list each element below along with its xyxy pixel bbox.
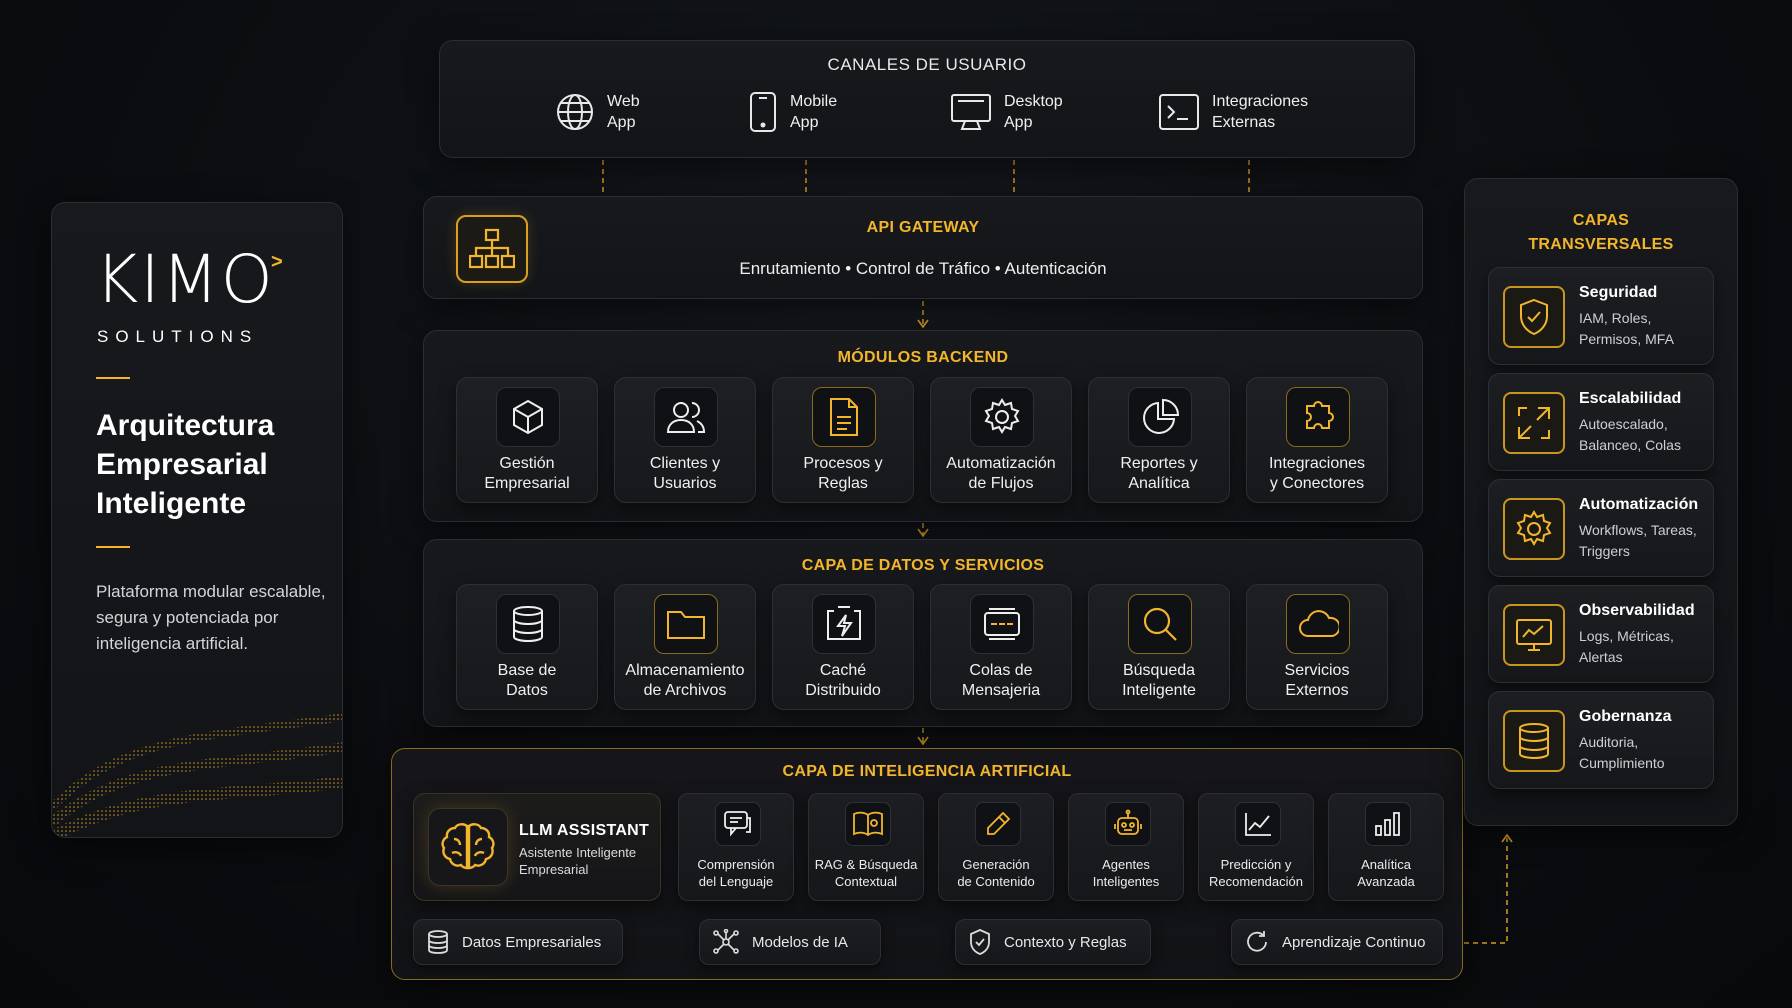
channel-desktop-app[interactable]: Desktop App bbox=[950, 91, 1124, 133]
queue-icon bbox=[970, 594, 1034, 654]
pencil-icon bbox=[975, 802, 1021, 846]
ai-analitica-avanzada[interactable]: Analítica Avanzada bbox=[1328, 793, 1444, 901]
database-icon bbox=[496, 594, 560, 654]
flow-contexto-reglas[interactable]: Contexto y Reglas bbox=[955, 919, 1151, 965]
service-almacenamiento-archivos[interactable]: Almacenamiento de Archivos bbox=[614, 584, 756, 710]
flow-aprendizaje-continuo[interactable]: Aprendizaje Continuo bbox=[1231, 919, 1443, 965]
flow-modelos-ia[interactable]: Modelos de IA bbox=[699, 919, 881, 965]
cross-automatizacion[interactable]: Automatización Workflows, Tareas, Trigge… bbox=[1488, 479, 1714, 577]
users-icon bbox=[654, 387, 718, 447]
api-gateway-panel: API GATEWAY Enrutamiento • Control de Tr… bbox=[423, 196, 1423, 299]
expand-icon bbox=[1503, 392, 1565, 454]
folder-icon bbox=[654, 594, 718, 654]
service-base-datos[interactable]: Base de Datos bbox=[456, 584, 598, 710]
gear-icon bbox=[970, 387, 1034, 447]
module-automatizacion-flujos[interactable]: Automatización de Flujos bbox=[930, 377, 1072, 503]
ai-generacion-contenido[interactable]: Generación de Contenido bbox=[938, 793, 1054, 901]
ai-rag-busqueda[interactable]: RAG & Búsqueda Contextual bbox=[808, 793, 924, 901]
ai-prediccion-recomendacion[interactable]: Predicción y Recomendación bbox=[1198, 793, 1314, 901]
cube-icon bbox=[496, 387, 560, 447]
pie-chart-icon bbox=[1128, 387, 1192, 447]
desktop-icon bbox=[951, 94, 991, 130]
ai-comprension-lenguaje[interactable]: Comprensión del Lenguaje bbox=[678, 793, 794, 901]
ai-agentes-inteligentes[interactable]: Agentes Inteligentes bbox=[1068, 793, 1184, 901]
service-busqueda-inteligente[interactable]: Búsqueda Inteligente bbox=[1088, 584, 1230, 710]
module-procesos-reglas[interactable]: Procesos y Reglas bbox=[772, 377, 914, 503]
refresh-icon bbox=[1247, 931, 1267, 952]
data-services-panel: CAPA DE DATOS Y SERVICIOS Base de Datos A… bbox=[423, 539, 1423, 727]
shield-check-icon bbox=[970, 929, 990, 955]
cross-observabilidad[interactable]: Observabilidad Logs, Métricas, Alertas bbox=[1488, 585, 1714, 683]
modules-title: MÓDULOS BACKEND bbox=[837, 349, 1009, 366]
brand-logo: KIMO bbox=[95, 241, 275, 318]
cross-seguridad[interactable]: Seguridad IAM, Roles, Permisos, MFA bbox=[1488, 267, 1714, 365]
search-icon bbox=[1128, 594, 1192, 654]
service-servicios-externos[interactable]: Servicios Externos bbox=[1246, 584, 1388, 710]
ai-layer-title: CAPA DE INTELIGENCIA ARTIFICIAL bbox=[782, 763, 1072, 780]
divider bbox=[96, 377, 130, 379]
llm-subtitle: Asistente Inteligente Empresarial bbox=[519, 845, 637, 877]
module-gestion-empresarial[interactable]: Gestión Empresarial bbox=[456, 377, 598, 503]
terminal-icon bbox=[1159, 94, 1199, 130]
brand-logo-sub: SOLUTIONS bbox=[97, 327, 259, 346]
puzzle-icon bbox=[1286, 387, 1350, 447]
gateway-title: API GATEWAY bbox=[866, 219, 980, 236]
gear-icon bbox=[1503, 498, 1565, 560]
data-layer-title: CAPA DE DATOS Y SERVICIOS bbox=[801, 557, 1045, 574]
cache-bolt-icon bbox=[812, 594, 876, 654]
ai-layer-panel: CAPA DE INTELIGENCIA ARTIFICIAL LLM ASSI… bbox=[391, 748, 1463, 980]
module-clientes-usuarios[interactable]: Clientes y Usuarios bbox=[614, 377, 756, 503]
cloud-icon bbox=[1286, 594, 1350, 654]
book-icon bbox=[845, 802, 891, 846]
module-integraciones-conectores[interactable]: Integraciones y Conectores bbox=[1246, 377, 1388, 503]
channels-title: CANALES DE USUARIO bbox=[827, 55, 1027, 74]
backend-modules-panel: MÓDULOS BACKEND Gestión Empresarial Clien… bbox=[423, 330, 1423, 522]
shield-icon bbox=[1503, 286, 1565, 348]
cross-title: CAPAS TRANSVERSALES bbox=[1528, 212, 1674, 253]
divider bbox=[96, 546, 130, 548]
cross-escalabilidad[interactable]: Escalabilidad Autoescalado, Balanceo, Co… bbox=[1488, 373, 1714, 471]
llm-title: LLM ASSISTANT bbox=[519, 822, 650, 839]
globe-icon bbox=[557, 94, 593, 130]
line-chart-icon bbox=[1235, 802, 1281, 846]
channel-mobile-app[interactable]: Mobile App bbox=[748, 91, 910, 133]
brand-panel: KIMO > SOLUTIONS Arquitectura Empresaria… bbox=[51, 202, 343, 838]
chat-icon bbox=[715, 802, 761, 846]
user-channels-panel: CANALES DE USUARIO Web App Mobile App Desk… bbox=[439, 40, 1415, 158]
flow-datos-empresariales[interactable]: Datos Empresariales bbox=[413, 919, 623, 965]
wave-decoration bbox=[52, 713, 342, 837]
brand-headline: Arquitectura Empresarial Inteligente bbox=[96, 409, 275, 520]
network-icon bbox=[713, 929, 739, 954]
service-colas-mensajeria[interactable]: Colas de Mensajeria bbox=[930, 584, 1072, 710]
module-reportes-analitica[interactable]: Reportes y Analítica bbox=[1088, 377, 1230, 503]
brand-description: Plataforma modular escalable, segura y p… bbox=[96, 582, 326, 653]
monitor-chart-icon bbox=[1503, 604, 1565, 666]
database-icon bbox=[1503, 710, 1565, 772]
document-icon bbox=[812, 387, 876, 447]
mobile-icon bbox=[750, 92, 776, 132]
database-icon bbox=[428, 930, 448, 954]
cross-cutting-panel: CAPAS TRANSVERSALES Seguridad IAM, Roles,… bbox=[1464, 178, 1738, 826]
bar-chart-icon bbox=[1365, 802, 1411, 846]
channel-web-app[interactable]: Web App bbox=[555, 91, 727, 133]
robot-icon bbox=[1105, 802, 1151, 846]
llm-assistant-card[interactable]: LLM ASSISTANT Asistente Inteligente Empre… bbox=[413, 793, 661, 901]
service-cache-distribuido[interactable]: Caché Distribuido bbox=[772, 584, 914, 710]
gateway-subtitle: Enrutamiento • Control de Tráfico • Aute… bbox=[739, 259, 1107, 278]
ai-flow-row: Datos Empresariales Modelos de IA Contex… bbox=[413, 919, 1443, 965]
channel-external-integrations[interactable]: Integraciones Externas bbox=[1158, 91, 1332, 133]
cross-gobernanza[interactable]: Gobernanza Auditoria, Cumplimiento bbox=[1488, 691, 1714, 789]
logo-caret-icon: > bbox=[271, 251, 283, 273]
brain-icon bbox=[428, 808, 508, 886]
